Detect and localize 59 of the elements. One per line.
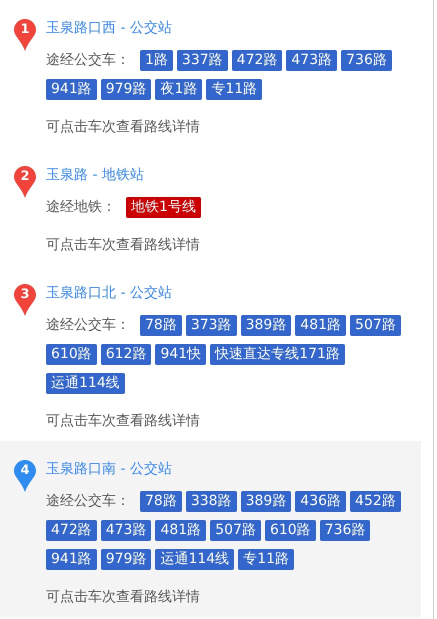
station-card[interactable]: 4 玉泉路口南 - 公交站 途经公交车： 78路 338路 389路 436路 452路 472路 473路 481路 507路 610路 736路 941路 979路 运通114线 专11路 可点击车次查看路线详情 — [0, 441, 421, 617]
route-tag[interactable]: 338路 — [186, 491, 237, 512]
map-pin-icon — [12, 283, 38, 317]
station-card[interactable]: 2 玉泉路 - 地铁站 途经地铁： 地铁1号线 可点击车次查看路线详情 — [0, 147, 421, 265]
station-link[interactable]: 玉泉路口南 - 公交站 — [46, 457, 172, 479]
station-link[interactable]: 玉泉路口北 - 公交站 — [46, 281, 172, 303]
route-label: 途经公交车： — [46, 316, 130, 335]
pin-number: 4 — [19, 463, 31, 479]
route-label: 途经公交车： — [46, 492, 130, 511]
route-tag[interactable]: 507路 — [350, 315, 401, 336]
route-label: 途经公交车： — [46, 51, 130, 70]
pin-number: 1 — [19, 22, 31, 38]
route-tag[interactable]: 452路 — [350, 491, 401, 512]
route-tag[interactable]: 473路 — [100, 520, 152, 541]
route-tag[interactable]: 612路 — [100, 344, 152, 365]
route-tag[interactable]: 481路 — [155, 520, 206, 541]
route-tag[interactable]: 专11路 — [238, 549, 294, 570]
route-tag[interactable]: 941快 — [155, 344, 206, 365]
route-tag[interactable]: 389路 — [240, 491, 292, 512]
map-pin-icon — [12, 18, 38, 52]
route-tag[interactable]: 736路 — [320, 520, 370, 541]
hint-text: 可点击车次查看路线详情 — [46, 236, 201, 255]
map-pin-icon — [12, 459, 38, 493]
route-label: 途经地铁： — [46, 198, 116, 217]
station-link[interactable]: 玉泉路口西 - 公交站 — [46, 16, 172, 38]
route-tag[interactable]: 地铁1号线 — [126, 197, 201, 218]
route-tag[interactable]: 507路 — [210, 520, 261, 541]
route-tag[interactable]: 运通114线 — [46, 373, 125, 394]
route-tag[interactable]: 610路 — [46, 344, 97, 365]
pin-number: 3 — [19, 287, 31, 303]
route-tag[interactable]: 473路 — [286, 50, 338, 71]
station-card[interactable]: 3 玉泉路口北 - 公交站 途经公交车： 78路 373路 389路 481路 507路 610路 612路 941快 快速直达专线171路 运通114线 可点击车次查看路线详情 — [0, 265, 421, 441]
route-tag[interactable]: 481路 — [295, 315, 346, 336]
route-tag[interactable]: 610路 — [264, 520, 316, 541]
station-link[interactable]: 玉泉路 - 地铁站 — [46, 163, 144, 185]
route-tag[interactable]: 389路 — [240, 315, 292, 336]
route-tag[interactable]: 979路 — [100, 549, 152, 570]
station-card[interactable]: 1 玉泉路口西 - 公交站 途经公交车： 1路 337路 472路 473路 736路 941路 979路 夜1路 专11路 可点击车次查看路线详情 — [0, 0, 421, 147]
route-tag[interactable]: 专11路 — [206, 79, 262, 100]
route-tag[interactable]: 736路 — [341, 50, 392, 71]
map-pin-icon — [12, 165, 38, 199]
route-tag[interactable]: 夜1路 — [155, 79, 202, 100]
route-tag[interactable]: 472路 — [46, 520, 97, 541]
route-tag[interactable]: 941路 — [46, 549, 97, 570]
hint-text: 可点击车次查看路线详情 — [46, 588, 201, 607]
route-tag[interactable]: 941路 — [46, 79, 97, 100]
hint-text: 可点击车次查看路线详情 — [46, 412, 201, 431]
route-tag[interactable]: 337路 — [176, 50, 228, 71]
route-tag[interactable]: 979路 — [100, 79, 152, 100]
hint-text: 可点击车次查看路线详情 — [46, 118, 201, 137]
route-tag[interactable]: 436路 — [295, 491, 346, 512]
route-tag[interactable]: 快速直达专线171路 — [210, 344, 345, 365]
route-tag[interactable]: 78路 — [140, 315, 182, 336]
route-tag[interactable]: 373路 — [186, 315, 237, 336]
route-tag[interactable]: 运通114线 — [155, 549, 234, 570]
route-tag[interactable]: 78路 — [140, 491, 182, 512]
pin-number: 2 — [19, 169, 31, 185]
route-tag[interactable]: 472路 — [232, 50, 282, 71]
route-tag[interactable]: 1路 — [140, 50, 173, 71]
